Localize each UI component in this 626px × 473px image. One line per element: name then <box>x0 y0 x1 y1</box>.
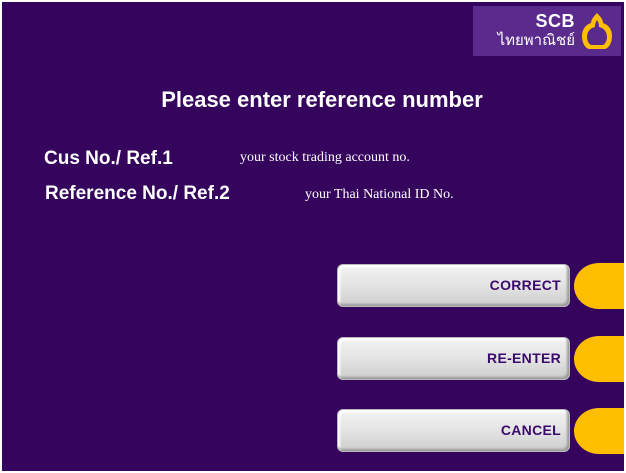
brand-logo: SCB ไทยพาณิชย์ <box>473 6 621 56</box>
brand-name-th: ไทยพาณิชย์ <box>497 31 575 49</box>
brand-name-en: SCB <box>535 11 575 31</box>
ref2-label: Reference No./ Ref.2 <box>45 183 230 204</box>
correct-button[interactable]: CORRECT <box>337 264 570 307</box>
atm-screen: SCB ไทยพาณิชย์ Please enter reference nu… <box>2 2 624 471</box>
correct-side-key[interactable] <box>574 263 624 309</box>
page-title: Please enter reference number <box>161 87 483 112</box>
correct-button-label: CORRECT <box>489 277 561 293</box>
brand-name: SCB ไทยพาณิชย์ <box>498 12 575 50</box>
ref2-description: your Thai National ID No. <box>305 187 454 202</box>
re-enter-button[interactable]: RE-ENTER <box>337 337 570 380</box>
ref1-description: your stock trading account no. <box>240 150 410 165</box>
cancel-side-key[interactable] <box>574 408 624 454</box>
scb-bank-emblem-icon <box>582 13 612 49</box>
re-enter-button-label: RE-ENTER <box>487 350 561 366</box>
cancel-button-label: CANCEL <box>500 422 561 438</box>
re-enter-side-key[interactable] <box>574 336 624 382</box>
ref1-label: Cus No./ Ref.1 <box>44 148 173 169</box>
cancel-button[interactable]: CANCEL <box>337 409 570 452</box>
